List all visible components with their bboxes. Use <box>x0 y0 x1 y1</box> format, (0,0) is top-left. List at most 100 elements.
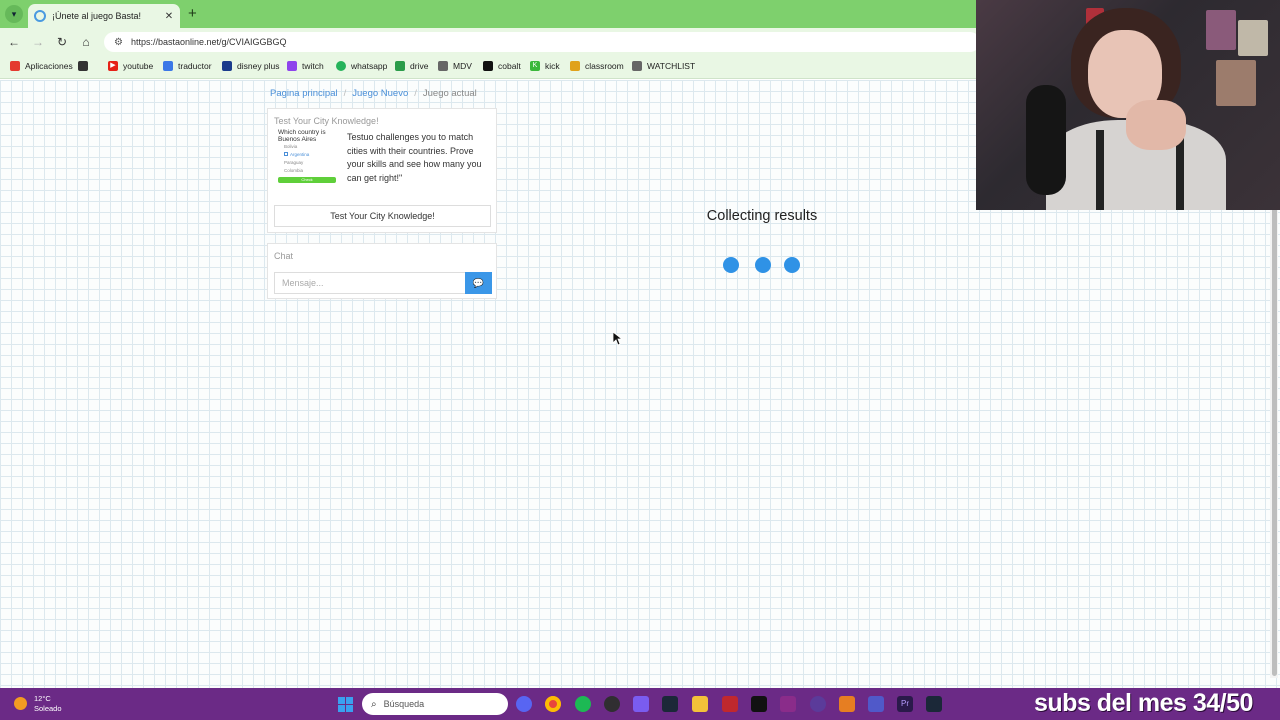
bookmark-label: youtube <box>123 61 154 71</box>
promo-thumbnail: Which country is Buenos Aires Bolivia Ar… <box>278 129 340 197</box>
promo-description: Testuo challenges you to match cities wi… <box>347 132 482 183</box>
steam-icon[interactable] <box>926 696 942 712</box>
bookmark-label: whatsapp <box>351 61 388 71</box>
breadcrumb-current: Juego actual <box>422 88 477 99</box>
send-message-icon: 💬 <box>472 278 485 288</box>
search-icon: ⌕ <box>371 698 377 710</box>
collecting-results-title: Collecting results <box>706 208 818 224</box>
bookmark-label: drive <box>410 61 429 71</box>
whatsapp-icon <box>336 61 346 71</box>
tab-search-icon[interactable]: ▾ <box>5 5 23 23</box>
bookmark-traductor[interactable]: traductor <box>163 61 212 71</box>
thumb-check-bar: Check <box>278 177 336 183</box>
checkbox-icon <box>284 152 288 156</box>
drive-icon <box>395 61 405 71</box>
file-explorer-icon[interactable] <box>692 696 708 712</box>
bookmark-twitch[interactable]: twitch <box>287 61 324 71</box>
youtube-icon: ▶ <box>108 61 118 71</box>
thumb-option: Bolivia <box>284 144 298 149</box>
bookmark-watchlist[interactable]: WATCHLIST <box>632 61 695 71</box>
loading-dot-icon <box>723 257 739 273</box>
wall-poster <box>1238 20 1268 56</box>
app-icon[interactable] <box>780 696 796 712</box>
taskbar-search-placeholder: Búsqueda <box>383 699 425 709</box>
breadcrumb-home-link[interactable]: Pagina principal <box>270 88 338 99</box>
disney-icon <box>222 61 232 71</box>
folder-icon <box>438 61 448 71</box>
premiere-pro-icon[interactable]: Pr <box>897 696 913 712</box>
browser-tab[interactable]: ¡Únete al juego Basta! ✕ <box>28 4 180 28</box>
breadcrumb-separator: / <box>414 88 417 99</box>
chrome-icon[interactable] <box>545 696 561 712</box>
wall-poster <box>1206 10 1236 50</box>
weather-temperature: 12°C <box>34 694 51 703</box>
classroom-icon <box>570 61 580 71</box>
page-scrollbar-thumb[interactable] <box>1272 130 1277 676</box>
bookmark-label: MDV <box>453 61 472 71</box>
bookmark-label: disney plus <box>237 61 280 71</box>
mouse-cursor-icon <box>613 332 623 346</box>
chat-message-input[interactable]: Mensaje... <box>274 272 466 294</box>
back-arrow-icon[interactable]: ← <box>6 34 22 50</box>
reload-icon[interactable]: ↻ <box>54 34 70 50</box>
tab-title: ¡Únete al juego Basta! <box>52 11 142 21</box>
chat-heading: Chat <box>274 251 294 261</box>
thumb-option: Paraguay <box>284 160 304 165</box>
app-icon[interactable] <box>751 696 767 712</box>
folder-icon <box>632 61 642 71</box>
wall-poster <box>1216 60 1256 106</box>
address-bar[interactable]: ⚙ https://bastaonline.net/g/CVIAIGGBGQ <box>104 32 980 52</box>
new-tab-button[interactable]: + <box>188 6 197 21</box>
bookmark-drive[interactable]: drive <box>395 61 428 71</box>
spotify-icon[interactable] <box>575 696 591 712</box>
twitch-icon <box>287 61 297 71</box>
jacket-stripe <box>1096 130 1104 210</box>
bookmark-disney-plus[interactable]: disney plus <box>222 61 280 71</box>
bookmark-label: twitch <box>302 61 324 71</box>
bookmark-cobalt[interactable]: cobalt <box>483 61 521 71</box>
home-icon[interactable]: ⌂ <box>78 34 94 50</box>
forward-arrow-icon[interactable]: → <box>30 34 46 50</box>
webcam-overlay <box>976 0 1280 210</box>
thumb-question: Which country is Buenos Aires <box>278 129 326 143</box>
site-info-icon[interactable]: ⚙ <box>114 37 123 48</box>
promo-card: Test Your City Knowledge! Which country … <box>267 108 497 233</box>
teams-icon[interactable] <box>868 696 884 712</box>
windows-taskbar: 12°C Soleado ⌕ Búsqueda Pr subs del mes … <box>0 688 1280 720</box>
bookmark-aplicaciones[interactable]: Aplicaciones <box>10 61 73 71</box>
cobalt-icon <box>483 61 493 71</box>
bookmark-whatsapp[interactable]: whatsapp <box>336 61 387 71</box>
bookmark-label: WATCHLIST <box>647 61 696 71</box>
bookmark-label: traductor <box>178 61 212 71</box>
bookmark-grid[interactable] <box>78 61 93 71</box>
address-url: https://bastaonline.net/g/CVIAIGGBGQ <box>130 37 287 47</box>
webcam-person-hand <box>1126 100 1186 150</box>
loading-dot-icon <box>755 257 771 273</box>
bookmark-classroom[interactable]: classroom <box>570 61 624 71</box>
bookmark-kick[interactable]: Kkick <box>530 61 560 71</box>
taskbar-search[interactable]: ⌕ Búsqueda <box>362 693 508 715</box>
test-city-knowledge-button[interactable]: Test Your City Knowledge! <box>274 205 491 227</box>
app-icon[interactable] <box>810 696 826 712</box>
microphone-icon <box>1026 85 1066 195</box>
chat-panel: Chat Mensaje... 💬 <box>267 243 497 299</box>
streamlabs-icon[interactable] <box>633 696 649 712</box>
apps-grid-icon <box>10 61 20 71</box>
bookmark-mdv[interactable]: MDV <box>438 61 472 71</box>
bookmark-youtube[interactable]: ▶ youtube <box>108 61 153 71</box>
sun-weather-icon[interactable] <box>14 697 27 710</box>
app-icon[interactable] <box>722 696 738 712</box>
discord-icon[interactable] <box>516 696 532 712</box>
breadcrumb-new-game-link[interactable]: Juego Nuevo <box>352 88 408 99</box>
obs-icon[interactable] <box>604 696 620 712</box>
windows-start-icon[interactable] <box>338 697 353 712</box>
steam-icon[interactable] <box>662 696 678 712</box>
tab-close-icon[interactable]: ✕ <box>164 11 174 22</box>
subs-counter-overlay: subs del mes 34/50 <box>1034 689 1253 717</box>
site-favicon-icon <box>34 10 46 22</box>
thumb-option: Argentina <box>284 151 340 159</box>
bookmark-label: cobalt <box>498 61 521 71</box>
thumb-option-label: Argentina <box>290 152 310 157</box>
chat-send-button[interactable]: 💬 <box>465 272 492 294</box>
fl-studio-icon[interactable] <box>839 696 855 712</box>
